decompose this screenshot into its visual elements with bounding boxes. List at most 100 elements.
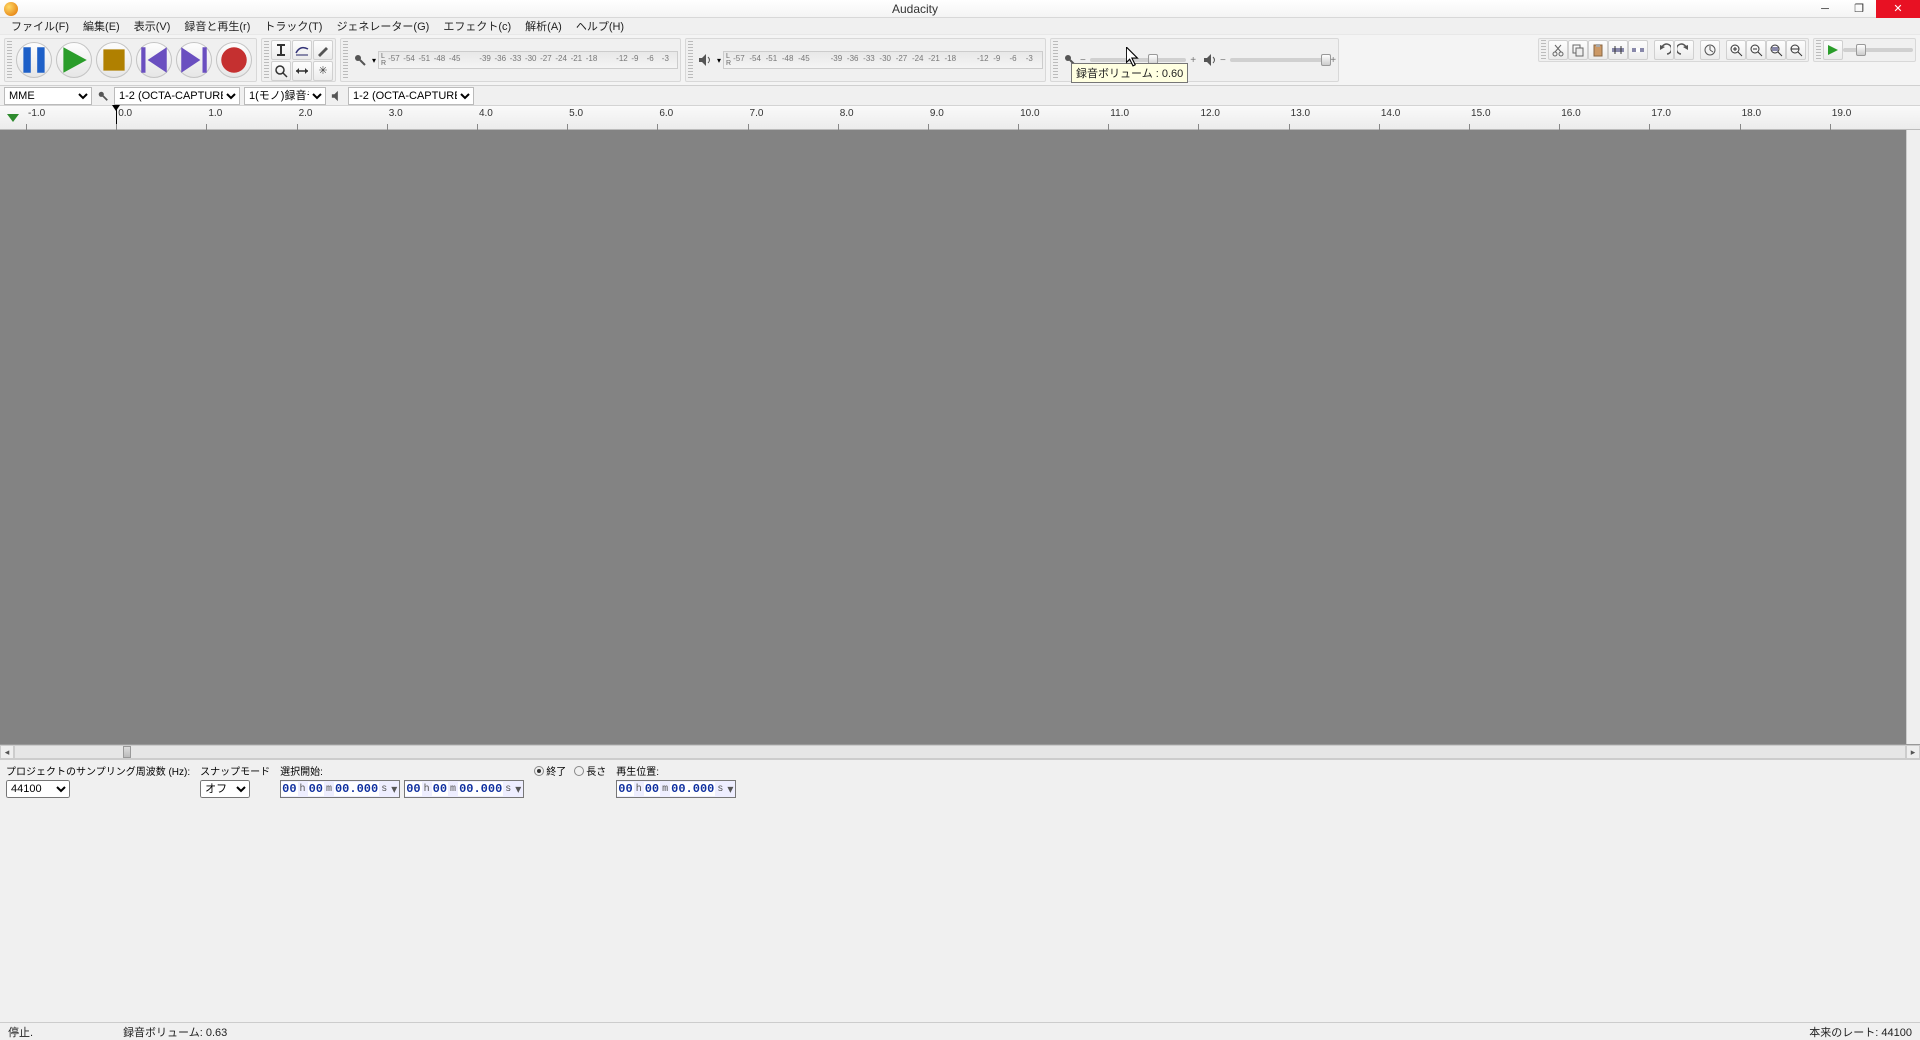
fit-project-button[interactable] <box>1786 40 1806 60</box>
redo-button[interactable] <box>1674 40 1694 60</box>
meter-lr-label: LR <box>379 53 388 67</box>
recording-meter-toolbar: ▾ LR -57-54-51-48-45-39-36-33-30-27-24-2… <box>340 38 681 82</box>
mic-icon[interactable] <box>350 50 370 70</box>
length-radio[interactable]: 長さ <box>574 763 606 778</box>
pause-button[interactable] <box>16 42 52 78</box>
menu-view[interactable]: 表示(V) <box>127 18 178 34</box>
status-bar: 停止. 録音ボリューム: 0.63 本来のレート: 44100 <box>0 1022 1920 1040</box>
playback-device-select[interactable]: 1-2 (OCTA-CAPTURE) <box>348 87 474 105</box>
mic-icon <box>96 89 110 103</box>
fit-selection-button[interactable] <box>1766 40 1786 60</box>
zoom-tool[interactable] <box>271 61 291 81</box>
toolbar-grip[interactable] <box>264 41 269 79</box>
cut-button[interactable] <box>1548 40 1568 60</box>
sync-lock-button[interactable] <box>1700 40 1720 60</box>
menu-help[interactable]: ヘルプ(H) <box>569 18 631 34</box>
multi-tool[interactable]: ✳ <box>313 61 333 81</box>
end-radio[interactable]: 終了 <box>534 763 566 778</box>
silence-button[interactable] <box>1628 40 1648 60</box>
app-icon <box>4 2 18 16</box>
selection-toolbar: プロジェクトのサンプリング周波数 (Hz): 44100 スナップモード オフ … <box>0 759 1920 797</box>
menu-generate[interactable]: ジェネレーター(G) <box>329 18 436 34</box>
play-button[interactable] <box>56 42 92 78</box>
toolbar-grip[interactable] <box>7 41 12 79</box>
copy-button[interactable] <box>1568 40 1588 60</box>
transcription-toolbar <box>1813 38 1916 62</box>
toolbar-grip[interactable] <box>343 41 348 79</box>
menu-edit[interactable]: 編集(E) <box>76 18 127 34</box>
speaker-icon[interactable] <box>695 50 715 70</box>
zoom-out-button[interactable] <box>1746 40 1766 60</box>
audio-position-time[interactable]: 00h 00m 00.000s▾ <box>616 780 736 798</box>
selection-start-time[interactable]: 00h 00m 00.000s▾ <box>280 780 400 798</box>
stop-button[interactable] <box>96 42 132 78</box>
play-at-speed-button[interactable] <box>1823 40 1843 60</box>
menu-effect[interactable]: エフェクト(c) <box>436 18 518 34</box>
title-bar: Audacity ─ ❐ ✕ <box>0 0 1920 18</box>
selection-end-time[interactable]: 00h 00m 00.000s▾ <box>404 780 524 798</box>
status-actual-rate: 本来のレート: 44100 <box>1809 1024 1912 1040</box>
timeshift-tool[interactable] <box>292 61 312 81</box>
recording-device-select[interactable]: 1-2 (OCTA-CAPTURE) <box>114 87 240 105</box>
menu-bar: ファイル(F) 編集(E) 表示(V) 録音と再生(r) トラック(T) ジェネ… <box>0 18 1920 34</box>
toolbar-area: ✳ ▾ LR -57-54-51-48-45-39-36-33-30-27-24… <box>0 34 1920 86</box>
meter-lr-label: LR <box>724 53 733 67</box>
toolbar-grip[interactable] <box>688 41 693 79</box>
maximize-button[interactable]: ❐ <box>1842 0 1876 18</box>
playback-volume-slider[interactable]: − + <box>1220 55 1336 66</box>
tools-toolbar: ✳ <box>261 38 336 82</box>
envelope-tool[interactable] <box>292 40 312 60</box>
snap-to-select[interactable]: オフ <box>200 780 250 798</box>
timeline-ruler[interactable]: -1.00.01.02.03.04.05.06.07.08.09.010.011… <box>0 106 1920 130</box>
recording-channels-select[interactable]: 1(モノ)録音チャン <box>244 87 326 105</box>
edit-toolbar <box>1538 38 1809 62</box>
toolbar-grip[interactable] <box>1053 41 1058 79</box>
project-rate-select[interactable]: 44100 <box>6 780 70 798</box>
paste-button[interactable] <box>1588 40 1608 60</box>
transport-toolbar <box>4 38 257 82</box>
toolbar-grip[interactable] <box>1816 40 1821 60</box>
menu-transport[interactable]: 録音と再生(r) <box>177 18 257 34</box>
scroll-right-button[interactable]: ▸ <box>1906 745 1920 759</box>
meter-dropdown-icon[interactable]: ▾ <box>372 56 376 65</box>
menu-analyze[interactable]: 解析(A) <box>518 18 569 34</box>
horizontal-scrollbar[interactable]: ◂ ▸ <box>0 745 1920 759</box>
selection-tool[interactable] <box>271 40 291 60</box>
vertical-scrollbar[interactable] <box>1906 130 1920 744</box>
pin-play-head[interactable] <box>0 106 26 129</box>
scrollbar-thumb[interactable] <box>123 746 131 758</box>
play-head-triangle-icon <box>7 114 19 122</box>
tracks-area[interactable] <box>0 130 1920 745</box>
minimize-button[interactable]: ─ <box>1808 0 1842 18</box>
audio-host-select[interactable]: MME <box>4 87 92 105</box>
playback-meter[interactable]: LR -57-54-51-48-45-39-36-33-30-27-24-21-… <box>723 51 1043 69</box>
skip-start-button[interactable] <box>136 42 172 78</box>
snap-to-label: スナップモード <box>200 763 270 778</box>
meter-dropdown-icon[interactable]: ▾ <box>717 56 721 65</box>
close-button[interactable]: ✕ <box>1876 0 1920 18</box>
trim-button[interactable] <box>1608 40 1628 60</box>
menu-file[interactable]: ファイル(F) <box>4 18 76 34</box>
scroll-left-button[interactable]: ◂ <box>0 745 14 759</box>
zoom-in-button[interactable] <box>1726 40 1746 60</box>
audio-position-label: 再生位置: <box>616 763 736 778</box>
undo-button[interactable] <box>1654 40 1674 60</box>
project-rate-label: プロジェクトのサンプリング周波数 (Hz): <box>6 763 190 778</box>
draw-tool[interactable] <box>313 40 333 60</box>
record-button[interactable] <box>216 42 252 78</box>
volume-tooltip: 録音ボリューム : 0.60 <box>1071 63 1188 83</box>
recording-meter[interactable]: LR -57-54-51-48-45-39-36-33-30-27-24-21-… <box>378 51 678 69</box>
skip-end-button[interactable] <box>176 42 212 78</box>
speaker-icon <box>330 89 344 103</box>
toolbar-grip[interactable] <box>1541 40 1546 60</box>
status-state: 停止. <box>8 1024 33 1040</box>
status-message: 録音ボリューム: 0.63 <box>123 1024 227 1040</box>
mixer-toolbar: − + − + 録音ボリューム : 0.60 <box>1050 38 1339 82</box>
speaker-icon <box>1200 50 1220 70</box>
selection-start-label: 選択開始: <box>280 763 524 778</box>
playback-speed-slider[interactable] <box>1843 48 1913 52</box>
device-toolbar: MME 1-2 (OCTA-CAPTURE) 1(モノ)録音チャン 1-2 (O… <box>0 86 1920 106</box>
menu-tracks[interactable]: トラック(T) <box>257 18 329 34</box>
playback-meter-toolbar: ▾ LR -57-54-51-48-45-39-36-33-30-27-24-2… <box>685 38 1046 82</box>
window-title: Audacity <box>22 2 1808 16</box>
